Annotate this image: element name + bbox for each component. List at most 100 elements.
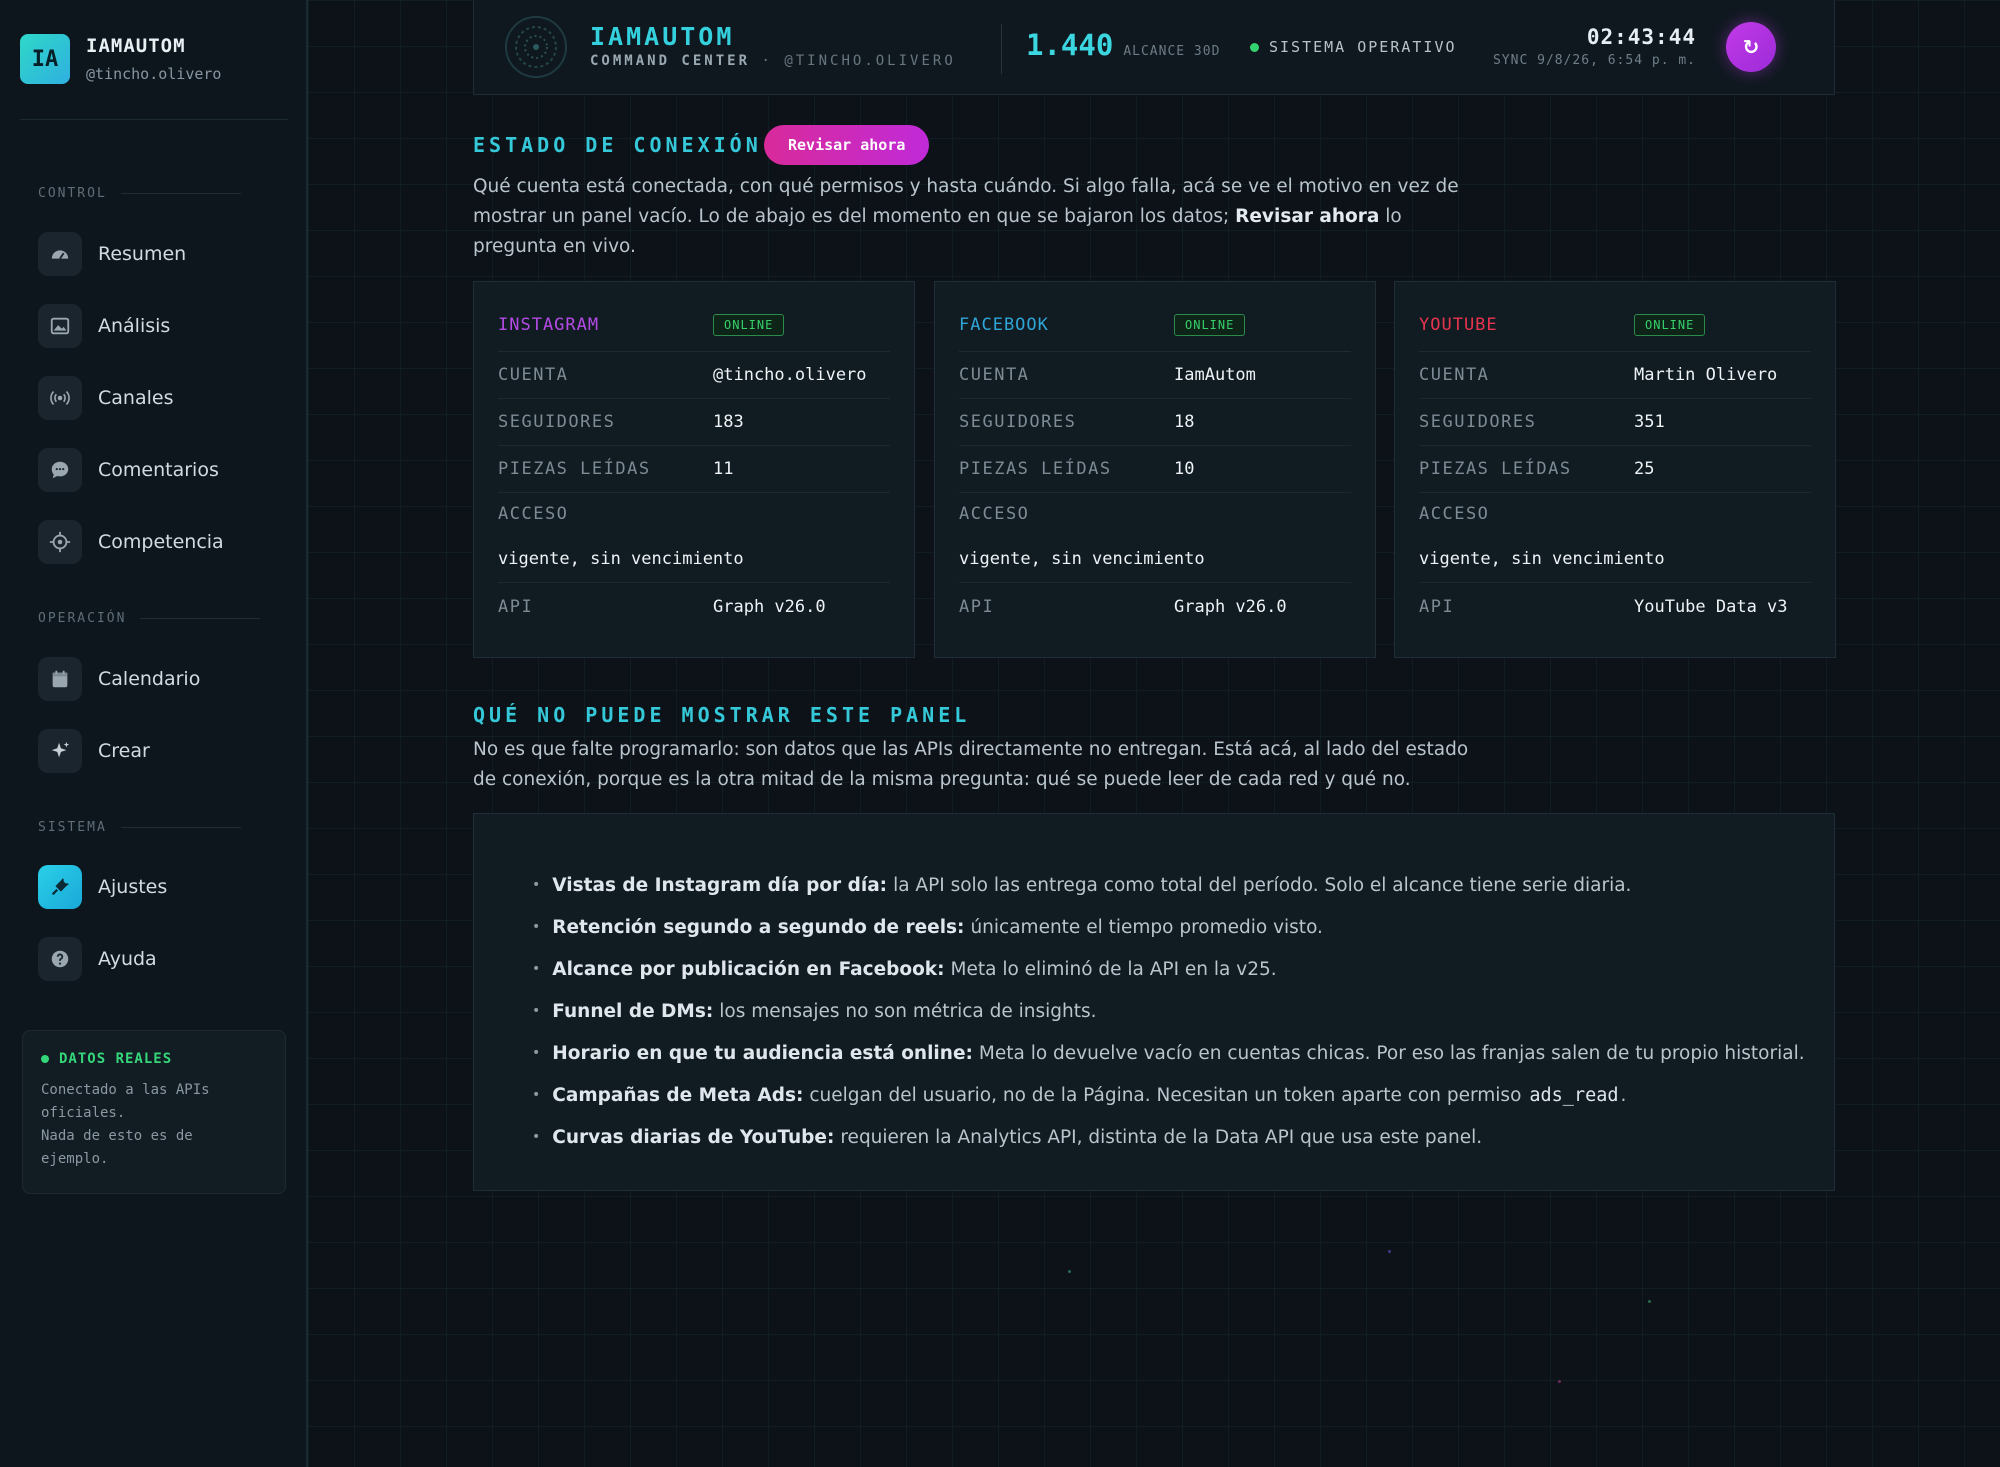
list-item: • Vistas de Instagram día por día: la API … <box>532 874 1632 896</box>
section-label-control: CONTROL <box>38 186 241 201</box>
sidebar: IA IAMAUTOM @tincho.olivero CONTROL Resu… <box>0 0 308 1467</box>
real-data-box: DATOS REALES Conectado a las APIs oficia… <box>22 1030 286 1194</box>
sidebar-item-competencia[interactable]: Competencia <box>38 519 224 565</box>
check-now-button[interactable]: Revisar ahora <box>764 125 930 165</box>
field-label: ACCESO <box>959 504 1030 524</box>
field-label: CUENTA <box>1419 365 1490 385</box>
sidebar-item-analisis[interactable]: Análisis <box>38 303 170 349</box>
header-title: IAMAUTOM <box>590 22 735 51</box>
reach-label: ALCANCE 30D <box>1123 44 1221 59</box>
sidebar-item-label: Comentarios <box>98 459 219 481</box>
status-badge: ONLINE <box>1634 313 1706 336</box>
limits-description: No es que falte programarlo: son datos q… <box>473 739 1469 790</box>
list-item: • Campañas de Meta Ads: cuelgan del usuari… <box>532 1084 1627 1106</box>
system-status: SISTEMA OPERATIVO <box>1250 38 1457 56</box>
followers-value: 18 <box>1174 412 1195 432</box>
chat-icon <box>38 448 82 492</box>
account-value: IamAutom <box>1174 365 1256 385</box>
connection-description: Qué cuenta está conectada, con qué permi… <box>473 176 1459 257</box>
api-value: YouTube Data v3 <box>1634 596 1788 617</box>
account-value: @tincho.olivero <box>713 365 867 385</box>
field-label: API <box>959 596 995 617</box>
sidebar-item-label: Crear <box>98 740 150 762</box>
help-icon <box>38 937 82 981</box>
field-label: PIEZAS LEÍDAS <box>498 459 651 479</box>
section-title-connection: ESTADO DE CONEXIÓN <box>473 133 762 157</box>
sidebar-item-calendario[interactable]: Calendario <box>38 656 200 702</box>
real-data-title: DATOS REALES <box>41 1051 267 1067</box>
field-label: ACCESO <box>1419 504 1490 524</box>
sidebar-item-comentarios[interactable]: Comentarios <box>38 447 219 493</box>
network-card-instagram: INSTAGRAM ONLINE CUENTA @tincho.olivero S… <box>473 281 915 658</box>
list-item: • Curvas diarias de YouTube: requieren la … <box>532 1126 1483 1148</box>
field-label: API <box>1419 596 1455 617</box>
sidebar-item-label: Ayuda <box>98 948 157 970</box>
calendar-icon <box>38 657 82 701</box>
field-label: CUENTA <box>959 365 1030 385</box>
code-snippet: ads_read <box>1529 1084 1619 1106</box>
sidebar-item-ajustes[interactable]: Ajustes <box>38 864 167 910</box>
sidebar-item-label: Ajustes <box>98 876 168 898</box>
network-card-facebook: FACEBOOK ONLINE CUENTA IamAutom SEGUIDORE… <box>934 281 1376 658</box>
pieces-value: 11 <box>713 459 734 479</box>
target-icon <box>38 520 82 564</box>
status-badge: ONLINE <box>1174 313 1246 336</box>
field-label: SEGUIDORES <box>959 412 1077 432</box>
limits-list: • Vistas de Instagram día por día: la API … <box>532 864 1834 1158</box>
clock: 02:43:44 <box>1586 25 1696 49</box>
list-item: • Retención segundo a segundo de reels: ún… <box>532 916 1323 938</box>
broadcast-icon <box>38 376 82 420</box>
divider <box>1001 24 1002 74</box>
header-subtitle: COMMAND CENTER · @TINCHO.OLIVERO <box>590 53 956 69</box>
sidebar-item-crear[interactable]: Crear <box>38 728 150 774</box>
access-value: vigente, sin vencimiento <box>1419 535 1811 583</box>
section-title-limits: QUÉ NO PUEDE MOSTRAR ESTE PANEL <box>473 703 971 727</box>
brand-logo: IA <box>20 34 70 84</box>
refresh-button[interactable]: ↻ <box>1726 22 1776 72</box>
brand-name: IAMAUTOM <box>86 35 186 57</box>
sidebar-item-label: Calendario <box>98 668 201 690</box>
status-dot-icon <box>41 1055 49 1063</box>
network-name: YOUTUBE <box>1419 314 1498 335</box>
sparkle-icon <box>38 729 82 773</box>
api-value: Graph v26.0 <box>713 596 826 617</box>
pieces-value: 10 <box>1174 459 1195 479</box>
divider <box>20 119 288 120</box>
section-label-operacion: OPERACIÓN <box>38 611 261 626</box>
real-data-text: Conectado a las APIs oficiales. Nada de … <box>41 1082 210 1167</box>
brand[interactable]: IA IAMAUTOM @tincho.olivero <box>20 34 221 84</box>
sidebar-item-label: Resumen <box>98 243 187 265</box>
gauge-icon <box>38 232 82 276</box>
field-label: SEGUIDORES <box>1419 412 1537 432</box>
reach-metric: 1.440 ALCANCE 30D <box>1026 28 1220 62</box>
reach-value: 1.440 <box>1026 28 1114 62</box>
pieces-value: 25 <box>1634 459 1655 479</box>
sidebar-item-canales[interactable]: Canales <box>38 375 173 421</box>
sidebar-item-label: Competencia <box>98 531 224 553</box>
network-name: INSTAGRAM <box>498 314 600 335</box>
account-value: Martin Olivero <box>1634 365 1778 385</box>
followers-value: 351 <box>1634 412 1665 432</box>
command-header: IAMAUTOM COMMAND CENTER · @TINCHO.OLIVER… <box>473 0 1835 95</box>
api-value: Graph v26.0 <box>1174 596 1287 617</box>
section-label-sistema: SISTEMA <box>38 820 241 835</box>
sidebar-item-resumen[interactable]: Resumen <box>38 231 186 277</box>
access-value: vigente, sin vencimiento <box>959 535 1351 583</box>
sidebar-item-ayuda[interactable]: Ayuda <box>38 936 157 982</box>
status-badge: ONLINE <box>713 313 785 336</box>
brand-handle: @tincho.olivero <box>86 65 222 83</box>
field-label: PIEZAS LEÍDAS <box>1419 459 1572 479</box>
sync-timestamp: SYNC 9/8/26, 6:54 p. m. <box>1492 53 1696 68</box>
sidebar-item-label: Análisis <box>98 315 171 337</box>
list-item: • Alcance por publicación en Facebook: Met… <box>532 958 1277 980</box>
list-item: • Funnel de DMs: los mensajes no son métri… <box>532 1000 1097 1022</box>
limits-box: • Vistas de Instagram día por día: la API … <box>473 813 1835 1191</box>
field-label: CUENTA <box>498 365 569 385</box>
field-label: API <box>498 596 534 617</box>
status-dot-icon <box>1250 42 1259 52</box>
radar-icon <box>505 16 567 78</box>
plug-icon <box>38 865 82 909</box>
followers-value: 183 <box>713 412 744 432</box>
network-name: FACEBOOK <box>959 314 1049 335</box>
list-item: • Horario en que tu audiencia está online… <box>532 1042 1805 1064</box>
